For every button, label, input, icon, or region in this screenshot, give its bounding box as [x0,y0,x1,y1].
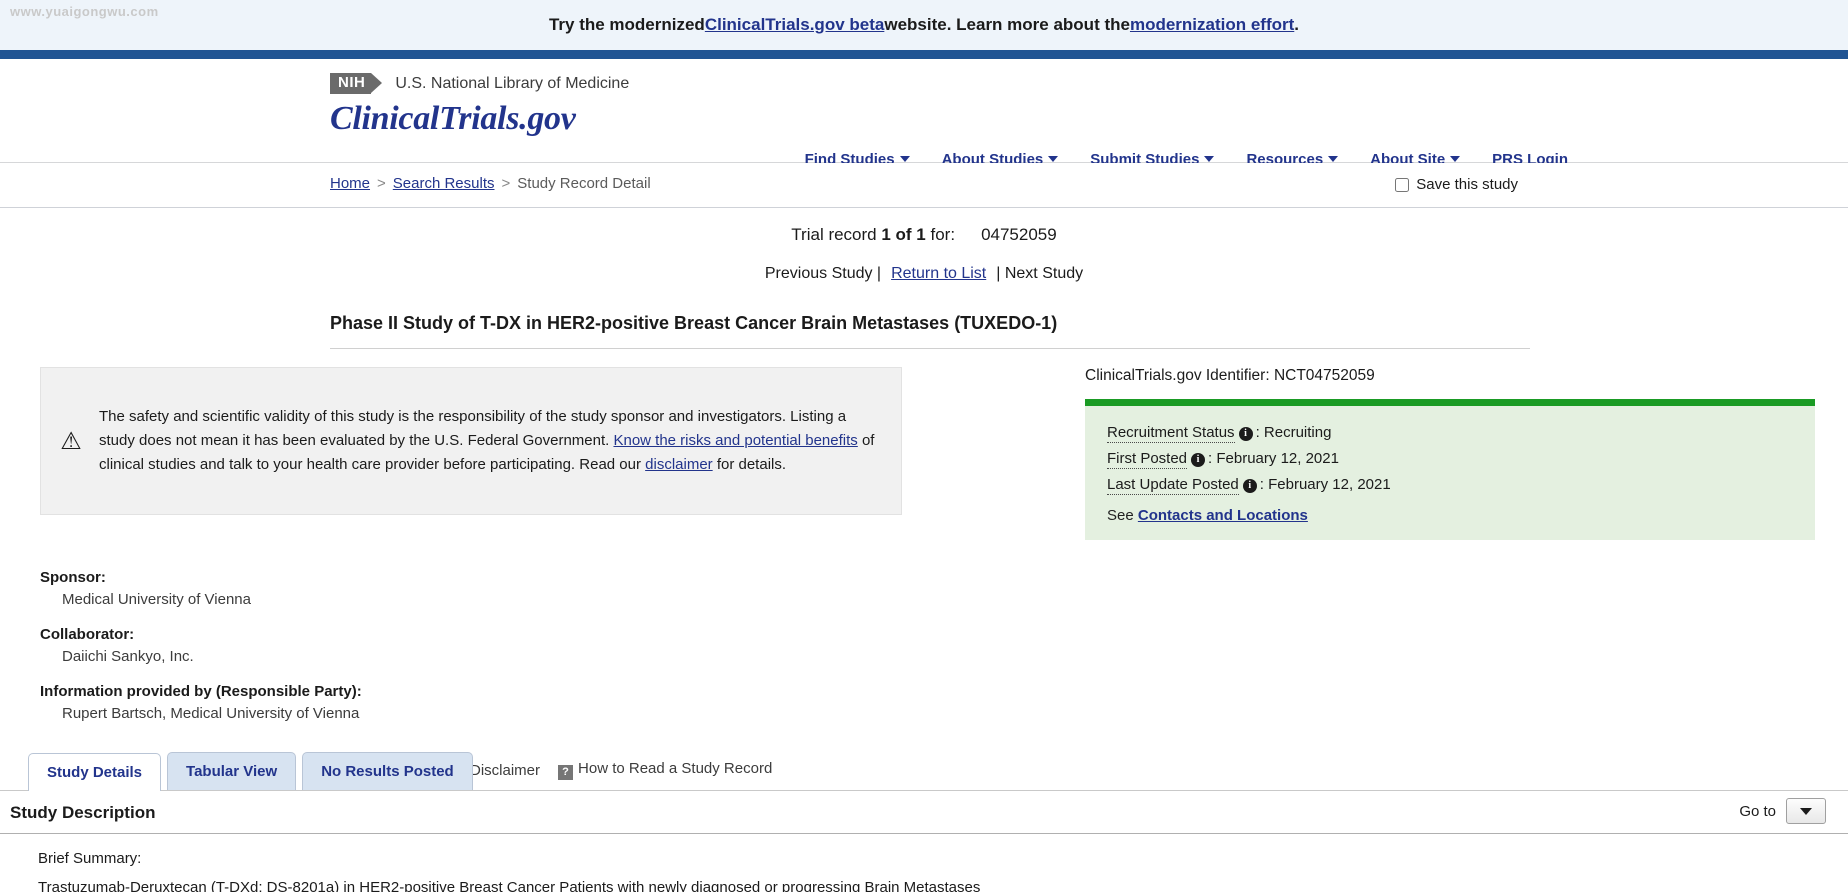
beta-site-link[interactable]: ClinicalTrials.gov beta [705,15,885,35]
status-row-last-update: Last Update Posted i: February 12, 2021 [1107,476,1793,495]
chevron-down-icon [1328,156,1339,162]
save-study-label: Save this study [1416,176,1518,193]
see-contacts-line: See Contacts and Locations [1107,507,1793,524]
brief-summary-text: Trastuzumab-Deruxtecan (T-DXd; DS-8201a)… [38,879,981,892]
summary-columns: ⚠ The safety and scientific validity of … [0,367,1848,547]
brief-summary-label: Brief Summary: [38,850,142,867]
how-to-read-link[interactable]: ? How to Read a Study Record [558,760,772,780]
breadcrumb-separator: > [501,175,511,192]
how-to-read-label: How to Read a Study Record [578,760,773,777]
info-icon[interactable]: i [1242,479,1257,493]
brand-block: NIH U.S. National Library of Medicine Cl… [330,73,629,138]
question-mark-icon: ? [558,765,574,780]
status-row-first-posted: First Posted i: February 12, 2021 [1107,450,1793,469]
site-header: NIH U.S. National Library of Medicine Cl… [0,59,1848,168]
info-icon[interactable]: i [1191,453,1206,467]
warning-icon: ⚠ [60,427,82,455]
beta-banner-text-mid: website. Learn more about the [884,15,1130,34]
chevron-down-icon [1450,156,1461,162]
recruitment-status-box: Recruitment Status i: Recruiting First Po… [1085,399,1815,540]
breadcrumb-separator: > [377,175,386,192]
beta-banner-text-pre: Try the modernized [548,15,705,34]
last-update-posted-label[interactable]: Last Update Posted [1107,476,1239,495]
responsible-party-label: Information provided by (Responsible Par… [40,683,362,700]
trial-record-for-label: for: [925,225,956,244]
safety-disclaimer-box: ⚠ The safety and scientific validity of … [40,367,902,515]
contacts-and-locations-link[interactable]: Contacts and Locations [1138,507,1308,524]
chevron-down-icon [1048,156,1059,162]
status-column: ClinicalTrials.gov Identifier: NCT047520… [1085,367,1815,540]
site-watermark: www.yuaigongwu.com [10,4,159,19]
disclaimer-tab-link[interactable]: Disclaimer [470,762,540,779]
chevron-down-icon [1800,807,1812,815]
status-row-recruitment: Recruitment Status i: Recruiting [1107,424,1793,443]
first-posted-label[interactable]: First Posted [1107,450,1188,469]
page-title: Phase II Study of T-DX in HER2-positive … [330,313,1530,349]
study-description-header: Study Description Go to [0,791,1848,834]
trial-record-prefix: Trial record [791,225,882,244]
breadcrumb-bar: Home > Search Results > Study Record Det… [0,163,1848,208]
tab-no-results-posted[interactable]: No Results Posted [302,752,473,790]
last-update-posted-value: February 12, 2021 [1268,476,1391,493]
go-to-control[interactable]: Go to [1739,798,1826,824]
first-posted-value: February 12, 2021 [1216,450,1339,467]
tab-bar: Study Details Tabular View No Results Po… [0,750,1848,791]
info-icon[interactable]: i [1238,427,1253,441]
breadcrumb-search-results[interactable]: Search Results [393,175,495,192]
nih-logo-icon: NIH [330,73,383,94]
disclaimer-link[interactable]: disclaimer [645,456,713,473]
nih-row: NIH U.S. National Library of Medicine [330,73,629,94]
tab-tabular-view[interactable]: Tabular View [167,752,297,790]
next-study-link: | Next Study [996,265,1084,282]
collaborator-value: Daiichi Sankyo, Inc. [62,648,194,665]
previous-study-link: Previous Study | [764,265,882,282]
responsible-party-value: Rupert Bartsch, Medical University of Vi… [62,705,360,722]
know-risks-link[interactable]: Know the risks and potential benefits [613,432,857,449]
chevron-down-icon [899,156,910,162]
trial-record-line: Trial record 1 of 1 for: 04752059 [0,225,1848,245]
trial-record-query: 04752059 [981,225,1057,244]
recruitment-status-value: Recruiting [1263,424,1332,441]
see-label: See [1107,507,1138,524]
beta-banner: Try the modernized ClinicalTrials.gov be… [0,0,1848,50]
save-this-study-control[interactable]: Save this study [1395,176,1518,193]
nct-identifier: ClinicalTrials.gov Identifier: NCT047520… [1085,367,1815,385]
agency-name: U.S. National Library of Medicine [395,74,630,92]
collaborator-label: Collaborator: [40,626,135,643]
breadcrumb-current: Study Record Detail [517,175,651,192]
study-description-title: Study Description [10,803,156,822]
sponsor-information: Sponsor: Medical University of Vienna Co… [40,569,1848,722]
beta-banner-text-post: . [1294,15,1300,34]
go-to-dropdown[interactable] [1786,798,1826,824]
tab-secondary-links: Disclaimer ? How to Read a Study Record [470,760,772,780]
trial-record-position: 1 of 1 [881,225,926,244]
breadcrumb: Home > Search Results > Study Record Det… [330,175,651,192]
header-blue-rule [0,50,1848,59]
status-colon: : [1255,424,1264,441]
status-colon: : [1259,476,1269,493]
site-logo[interactable]: ClinicalTrials.gov [330,100,629,138]
nct-identifier-value: NCT04752059 [1273,367,1375,384]
study-navigation: Previous Study | Return to List | Next Stu… [0,265,1848,283]
recruitment-status-label[interactable]: Recruitment Status [1107,424,1235,443]
disclaimer-part-3: for details. [712,456,787,473]
breadcrumb-home[interactable]: Home [330,175,370,192]
safety-disclaimer-text: The safety and scientific validity of th… [99,405,879,477]
modernization-effort-link[interactable]: modernization effort [1130,15,1294,35]
tab-list: Study Details Tabular View No Results Po… [28,752,473,791]
save-study-checkbox[interactable] [1395,177,1410,192]
go-to-label: Go to [1739,802,1776,820]
chevron-down-icon [1204,156,1215,162]
return-to-list-link[interactable]: Return to List [891,265,986,282]
nct-identifier-label: ClinicalTrials.gov Identifier: [1085,367,1274,384]
sponsor-label: Sponsor: [40,569,106,586]
sponsor-value: Medical University of Vienna [62,591,251,608]
tab-study-details[interactable]: Study Details [28,753,162,791]
